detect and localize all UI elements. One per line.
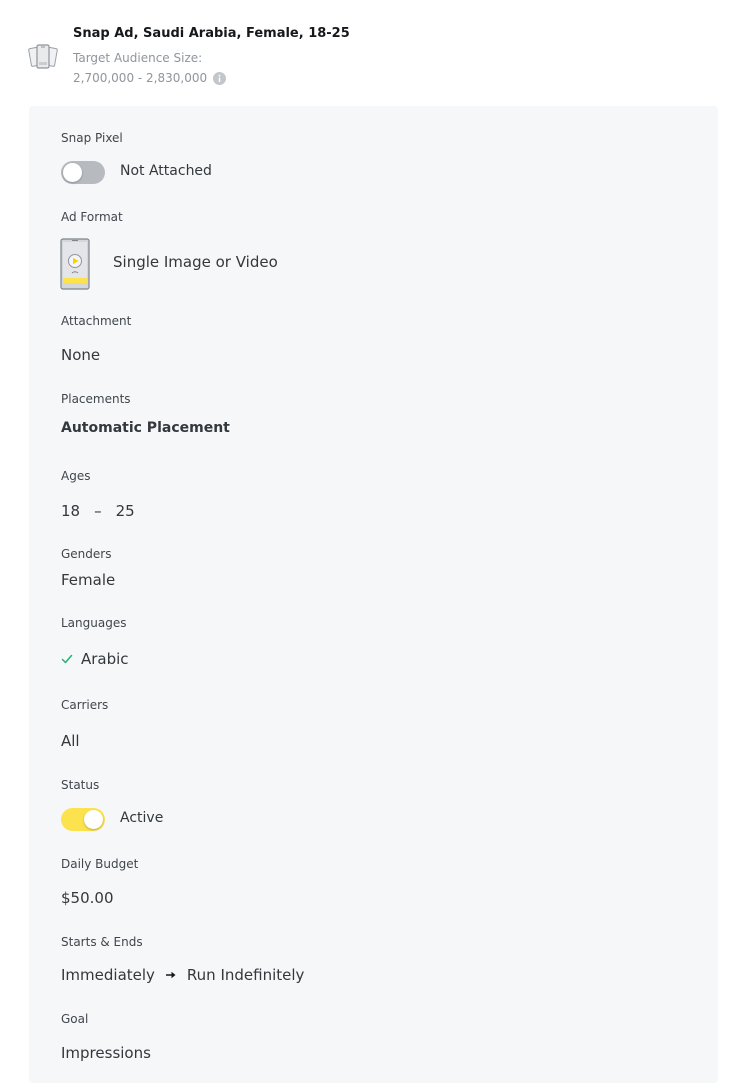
snap-pixel-status: Not Attached: [120, 163, 212, 179]
ages-label: Ages: [61, 469, 91, 483]
toggle-knob: [84, 810, 103, 829]
schedule-value: Immediately Run Indefinitely: [61, 966, 304, 984]
schedule-label: Starts & Ends: [61, 935, 143, 949]
language-item: Arabic: [61, 650, 129, 668]
ad-set-title: Snap Ad, Saudi Arabia, Female, 18-25: [73, 26, 350, 41]
placements-label: Placements: [61, 392, 131, 406]
check-icon: [61, 654, 73, 664]
status-value: Active: [120, 810, 164, 826]
goal-value: Impressions: [61, 1044, 151, 1062]
genders-label: Genders: [61, 547, 112, 561]
schedule-start: Immediately: [61, 966, 155, 984]
age-min: 18: [61, 502, 81, 520]
phones-stack-icon: [28, 44, 58, 69]
daily-budget-label: Daily Budget: [61, 857, 139, 871]
languages-label: Languages: [61, 616, 127, 630]
ad-set-details-panel: Snap Pixel Not Attached Ad Format Single…: [29, 106, 718, 1083]
age-max: 25: [115, 502, 135, 520]
carriers-label: Carriers: [61, 698, 109, 712]
attachment-value: None: [61, 346, 101, 364]
snap-pixel-toggle[interactable]: [61, 161, 105, 184]
goal-label: Goal: [61, 1012, 89, 1026]
placements-value: Automatic Placement: [61, 420, 230, 436]
audience-size-value: 2,700,000 - 2,830,000: [73, 71, 208, 85]
carriers-value: All: [61, 732, 80, 750]
toggle-knob: [63, 163, 82, 182]
status-toggle[interactable]: [61, 808, 105, 831]
info-icon[interactable]: [213, 71, 227, 85]
snap-pixel-label: Snap Pixel: [61, 131, 123, 145]
schedule-end: Run Indefinitely: [186, 966, 305, 984]
attachment-label: Attachment: [61, 314, 132, 328]
arrow-right-icon: [165, 971, 176, 979]
ad-format-label: Ad Format: [61, 210, 123, 224]
audience-size-row: 2,700,000 - 2,830,000: [73, 71, 227, 85]
status-label: Status: [61, 778, 100, 792]
ad-format-value: Single Image or Video: [113, 253, 278, 271]
age-separator: –: [94, 502, 102, 520]
daily-budget-value: $50.00: [61, 889, 114, 907]
audience-size-label: Target Audience Size:: [73, 51, 203, 65]
ad-set-header: Snap Ad, Saudi Arabia, Female, 18-25 Tar…: [28, 22, 718, 92]
genders-value: Female: [61, 571, 116, 589]
phone-play-icon: [60, 238, 90, 290]
ages-range: 18 – 25: [61, 502, 135, 520]
language-label: Arabic: [81, 650, 129, 668]
